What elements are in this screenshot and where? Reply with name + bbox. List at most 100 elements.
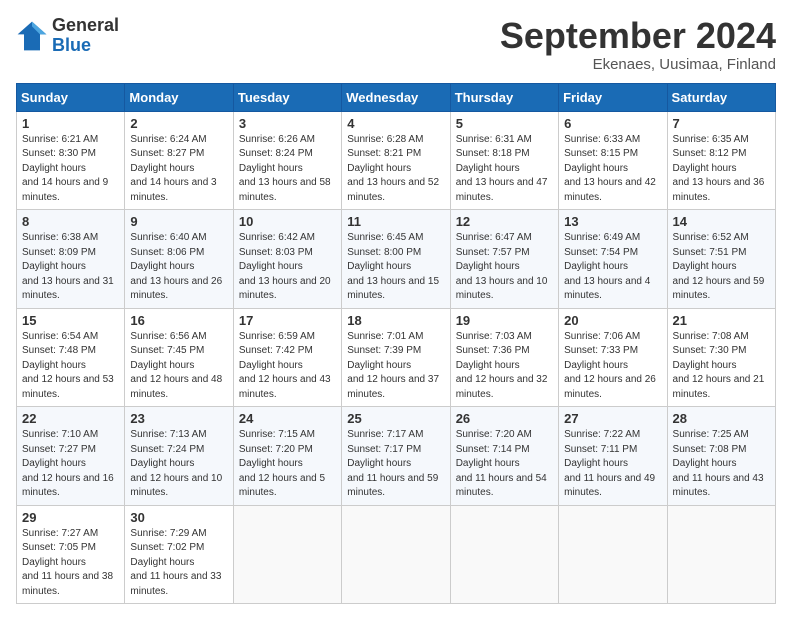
calendar-cell: 9 Sunrise: 6:40 AM Sunset: 8:06 PM Dayli… [125, 210, 233, 309]
header-sunday: Sunday [17, 83, 125, 111]
calendar-cell: 12 Sunrise: 6:47 AM Sunset: 7:57 PM Dayl… [450, 210, 558, 309]
day-number: 5 [456, 116, 553, 131]
calendar-cell [559, 505, 667, 604]
calendar-header-row: SundayMondayTuesdayWednesdayThursdayFrid… [17, 83, 776, 111]
day-number: 25 [347, 411, 444, 426]
day-detail: Sunrise: 7:08 AM Sunset: 7:30 PM Dayligh… [673, 330, 770, 403]
location-subtitle: Ekenaes, Uusimaa, Finland [500, 56, 776, 73]
day-number: 15 [22, 313, 119, 328]
day-detail: Sunrise: 6:35 AM Sunset: 8:12 PM Dayligh… [673, 133, 770, 206]
calendar-cell: 10 Sunrise: 6:42 AM Sunset: 8:03 PM Dayl… [233, 210, 341, 309]
calendar-cell: 28 Sunrise: 7:25 AM Sunset: 7:08 PM Dayl… [667, 407, 775, 506]
calendar-cell: 3 Sunrise: 6:26 AM Sunset: 8:24 PM Dayli… [233, 111, 341, 210]
day-detail: Sunrise: 6:54 AM Sunset: 7:48 PM Dayligh… [22, 330, 119, 403]
day-detail: Sunrise: 6:59 AM Sunset: 7:42 PM Dayligh… [239, 330, 336, 403]
day-detail: Sunrise: 6:49 AM Sunset: 7:54 PM Dayligh… [564, 231, 661, 304]
calendar-cell [342, 505, 450, 604]
day-number: 10 [239, 214, 336, 229]
day-number: 6 [564, 116, 661, 131]
calendar-cell: 5 Sunrise: 6:31 AM Sunset: 8:18 PM Dayli… [450, 111, 558, 210]
day-number: 9 [130, 214, 227, 229]
calendar-week-row: 22 Sunrise: 7:10 AM Sunset: 7:27 PM Dayl… [17, 407, 776, 506]
logo-general: General [52, 16, 119, 36]
day-detail: Sunrise: 7:10 AM Sunset: 7:27 PM Dayligh… [22, 428, 119, 501]
header-thursday: Thursday [450, 83, 558, 111]
day-detail: Sunrise: 6:40 AM Sunset: 8:06 PM Dayligh… [130, 231, 227, 304]
calendar-cell: 11 Sunrise: 6:45 AM Sunset: 8:00 PM Dayl… [342, 210, 450, 309]
calendar-cell: 21 Sunrise: 7:08 AM Sunset: 7:30 PM Dayl… [667, 308, 775, 407]
calendar-cell: 2 Sunrise: 6:24 AM Sunset: 8:27 PM Dayli… [125, 111, 233, 210]
day-number: 14 [673, 214, 770, 229]
day-detail: Sunrise: 6:31 AM Sunset: 8:18 PM Dayligh… [456, 133, 553, 206]
day-detail: Sunrise: 6:52 AM Sunset: 7:51 PM Dayligh… [673, 231, 770, 304]
day-number: 20 [564, 313, 661, 328]
day-detail: Sunrise: 7:29 AM Sunset: 7:02 PM Dayligh… [130, 527, 227, 600]
calendar-cell: 23 Sunrise: 7:13 AM Sunset: 7:24 PM Dayl… [125, 407, 233, 506]
day-detail: Sunrise: 7:27 AM Sunset: 7:05 PM Dayligh… [22, 527, 119, 600]
day-detail: Sunrise: 6:33 AM Sunset: 8:15 PM Dayligh… [564, 133, 661, 206]
calendar-cell: 13 Sunrise: 6:49 AM Sunset: 7:54 PM Dayl… [559, 210, 667, 309]
day-detail: Sunrise: 7:01 AM Sunset: 7:39 PM Dayligh… [347, 330, 444, 403]
day-detail: Sunrise: 7:15 AM Sunset: 7:20 PM Dayligh… [239, 428, 336, 501]
calendar-cell: 4 Sunrise: 6:28 AM Sunset: 8:21 PM Dayli… [342, 111, 450, 210]
calendar-cell: 27 Sunrise: 7:22 AM Sunset: 7:11 PM Dayl… [559, 407, 667, 506]
day-number: 13 [564, 214, 661, 229]
month-title: September 2024 [500, 16, 776, 56]
day-number: 4 [347, 116, 444, 131]
logo-text: General Blue [52, 16, 119, 56]
calendar-cell [450, 505, 558, 604]
calendar-cell: 18 Sunrise: 7:01 AM Sunset: 7:39 PM Dayl… [342, 308, 450, 407]
day-number: 7 [673, 116, 770, 131]
calendar-cell: 7 Sunrise: 6:35 AM Sunset: 8:12 PM Dayli… [667, 111, 775, 210]
calendar-cell: 14 Sunrise: 6:52 AM Sunset: 7:51 PM Dayl… [667, 210, 775, 309]
calendar-cell: 24 Sunrise: 7:15 AM Sunset: 7:20 PM Dayl… [233, 407, 341, 506]
day-number: 2 [130, 116, 227, 131]
header-tuesday: Tuesday [233, 83, 341, 111]
day-number: 24 [239, 411, 336, 426]
calendar-cell: 20 Sunrise: 7:06 AM Sunset: 7:33 PM Dayl… [559, 308, 667, 407]
calendar-cell: 22 Sunrise: 7:10 AM Sunset: 7:27 PM Dayl… [17, 407, 125, 506]
day-number: 18 [347, 313, 444, 328]
calendar-cell: 25 Sunrise: 7:17 AM Sunset: 7:17 PM Dayl… [342, 407, 450, 506]
calendar-table: SundayMondayTuesdayWednesdayThursdayFrid… [16, 83, 776, 605]
day-number: 28 [673, 411, 770, 426]
day-detail: Sunrise: 6:21 AM Sunset: 8:30 PM Dayligh… [22, 133, 119, 206]
calendar-cell: 8 Sunrise: 6:38 AM Sunset: 8:09 PM Dayli… [17, 210, 125, 309]
day-detail: Sunrise: 6:45 AM Sunset: 8:00 PM Dayligh… [347, 231, 444, 304]
day-detail: Sunrise: 6:56 AM Sunset: 7:45 PM Dayligh… [130, 330, 227, 403]
day-detail: Sunrise: 7:17 AM Sunset: 7:17 PM Dayligh… [347, 428, 444, 501]
calendar-week-row: 29 Sunrise: 7:27 AM Sunset: 7:05 PM Dayl… [17, 505, 776, 604]
title-area: September 2024 Ekenaes, Uusimaa, Finland [500, 16, 776, 73]
day-number: 17 [239, 313, 336, 328]
logo: General Blue [16, 16, 119, 56]
day-number: 26 [456, 411, 553, 426]
day-detail: Sunrise: 7:13 AM Sunset: 7:24 PM Dayligh… [130, 428, 227, 501]
day-number: 19 [456, 313, 553, 328]
calendar-cell: 17 Sunrise: 6:59 AM Sunset: 7:42 PM Dayl… [233, 308, 341, 407]
day-number: 12 [456, 214, 553, 229]
header-saturday: Saturday [667, 83, 775, 111]
calendar-cell: 6 Sunrise: 6:33 AM Sunset: 8:15 PM Dayli… [559, 111, 667, 210]
day-number: 11 [347, 214, 444, 229]
day-number: 21 [673, 313, 770, 328]
calendar-cell: 19 Sunrise: 7:03 AM Sunset: 7:36 PM Dayl… [450, 308, 558, 407]
day-number: 29 [22, 510, 119, 525]
day-detail: Sunrise: 6:24 AM Sunset: 8:27 PM Dayligh… [130, 133, 227, 206]
day-number: 16 [130, 313, 227, 328]
calendar-week-row: 1 Sunrise: 6:21 AM Sunset: 8:30 PM Dayli… [17, 111, 776, 210]
day-number: 8 [22, 214, 119, 229]
calendar-week-row: 15 Sunrise: 6:54 AM Sunset: 7:48 PM Dayl… [17, 308, 776, 407]
calendar-cell: 1 Sunrise: 6:21 AM Sunset: 8:30 PM Dayli… [17, 111, 125, 210]
day-detail: Sunrise: 7:22 AM Sunset: 7:11 PM Dayligh… [564, 428, 661, 501]
calendar-cell: 26 Sunrise: 7:20 AM Sunset: 7:14 PM Dayl… [450, 407, 558, 506]
calendar-cell: 15 Sunrise: 6:54 AM Sunset: 7:48 PM Dayl… [17, 308, 125, 407]
calendar-cell: 16 Sunrise: 6:56 AM Sunset: 7:45 PM Dayl… [125, 308, 233, 407]
day-detail: Sunrise: 7:20 AM Sunset: 7:14 PM Dayligh… [456, 428, 553, 501]
page-header: General Blue September 2024 Ekenaes, Uus… [16, 16, 776, 73]
calendar-cell: 30 Sunrise: 7:29 AM Sunset: 7:02 PM Dayl… [125, 505, 233, 604]
calendar-cell [667, 505, 775, 604]
day-detail: Sunrise: 7:25 AM Sunset: 7:08 PM Dayligh… [673, 428, 770, 501]
header-monday: Monday [125, 83, 233, 111]
logo-blue: Blue [52, 36, 119, 56]
header-friday: Friday [559, 83, 667, 111]
